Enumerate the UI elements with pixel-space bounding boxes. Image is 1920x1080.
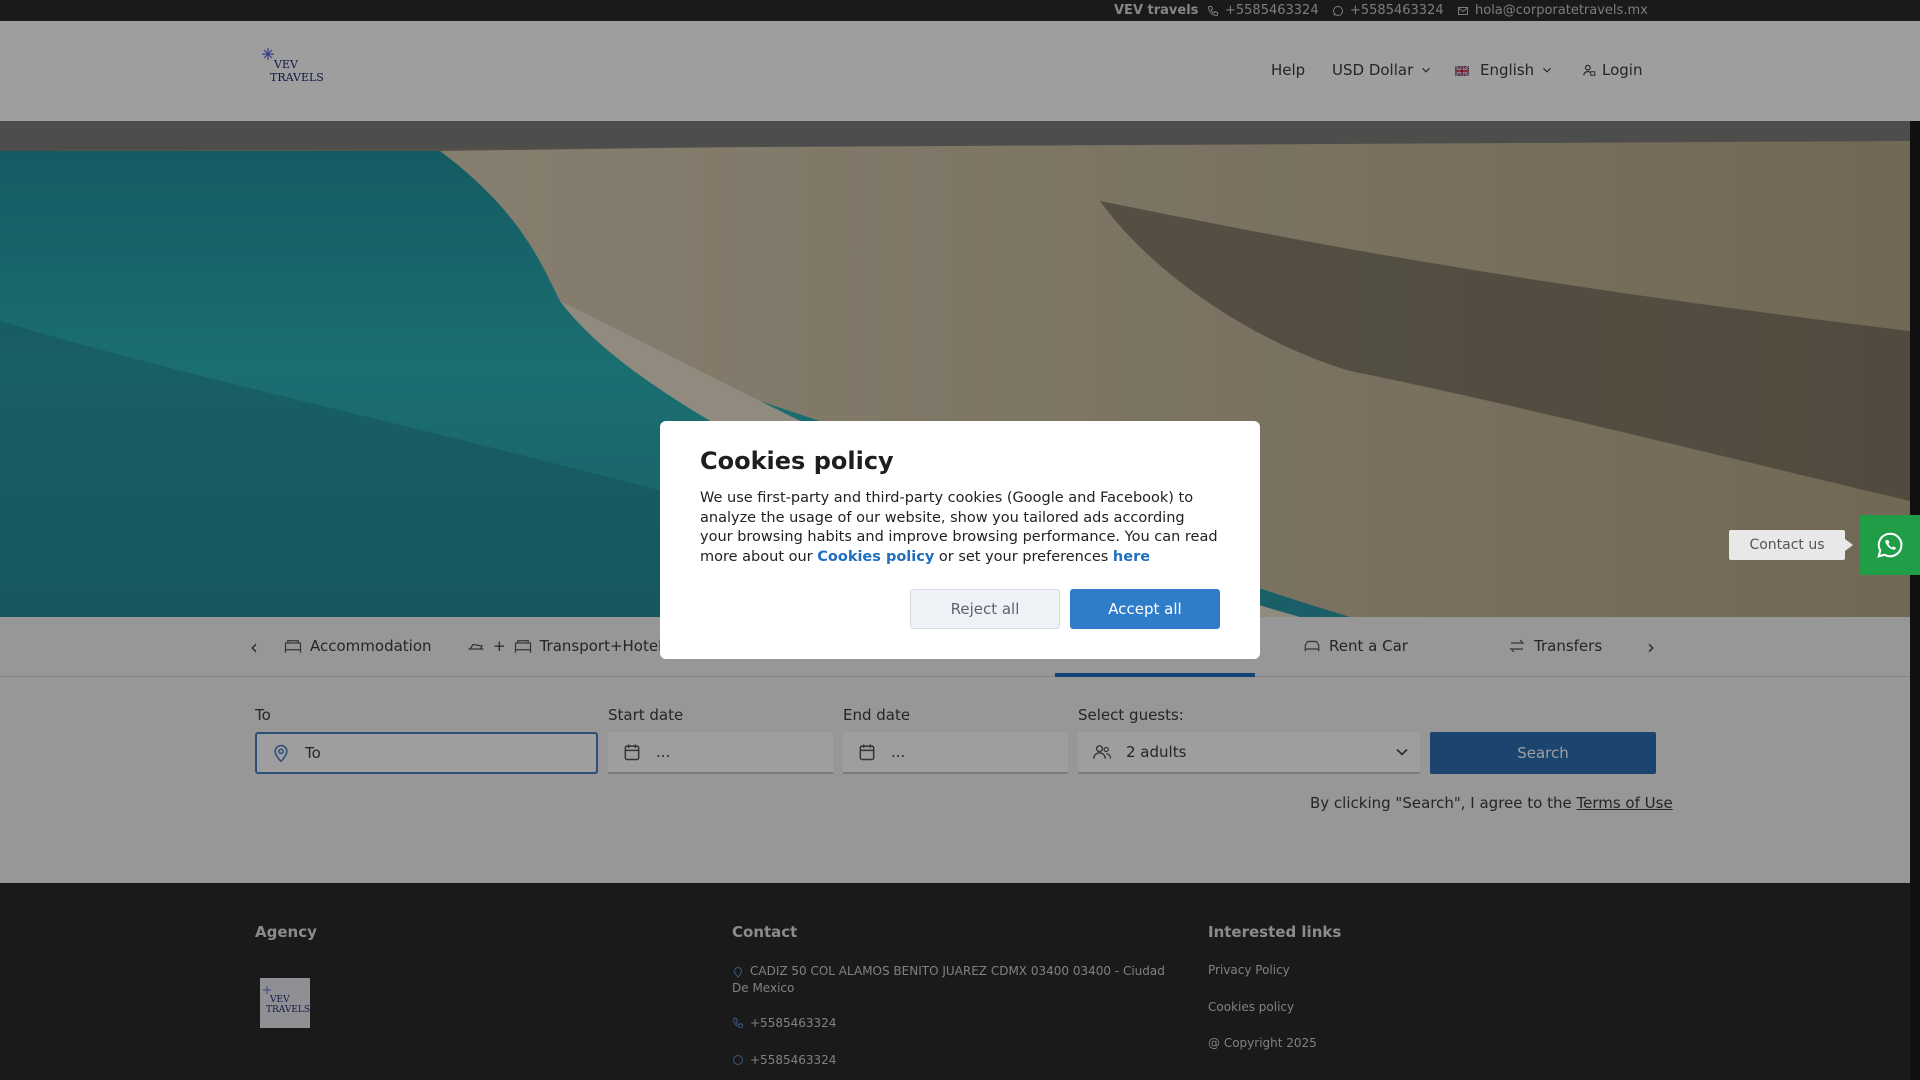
cookie-dialog-title: Cookies policy xyxy=(700,447,894,475)
cookie-dialog-body: We use first-party and third-party cooki… xyxy=(700,489,1220,567)
whatsapp-contact-button[interactable] xyxy=(1860,515,1920,575)
whatsapp-icon xyxy=(1877,532,1903,558)
contact-us-tooltip[interactable]: Contact us xyxy=(1729,530,1853,560)
accept-all-button[interactable]: Accept all xyxy=(1070,589,1220,629)
cookie-middle-text: or set your preferences xyxy=(938,548,1109,565)
cookies-policy-inline-link[interactable]: Cookies policy xyxy=(817,549,934,565)
cookie-consent-dialog: Cookies policy We use first-party and th… xyxy=(660,421,1260,659)
preferences-here-link[interactable]: here xyxy=(1113,549,1150,565)
reject-all-button[interactable]: Reject all xyxy=(910,589,1060,629)
